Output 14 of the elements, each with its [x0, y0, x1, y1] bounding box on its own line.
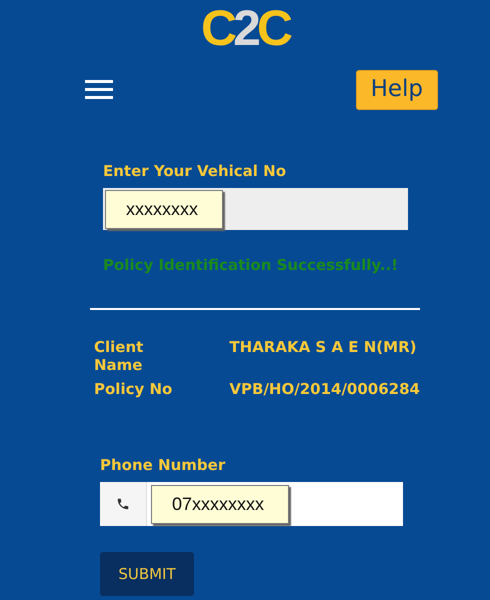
detail-value: THARAKA S A E N(MR) [229, 338, 418, 358]
phone-number-field[interactable]: 07xxxxxxxx [100, 482, 403, 526]
field-label: Enter Your Vehical No [102, 162, 287, 180]
logo: C2C [200, 2, 290, 54]
menu-icon[interactable] [85, 79, 115, 101]
success-message: Policy Identification Successfully..! [103, 256, 400, 274]
detail-label: Policy No [94, 380, 174, 398]
field-label: Phone Number [100, 456, 226, 474]
vehicle-number-field[interactable]: xxxxxxxx [103, 188, 408, 230]
submit-button[interactable]: SUBMIT [100, 552, 194, 596]
help-button[interactable]: Help [356, 70, 438, 110]
phone-icon [116, 497, 130, 511]
detail-value: VPB/HO/2014/0006284 [229, 380, 420, 398]
detail-label: Client Name [94, 338, 144, 374]
